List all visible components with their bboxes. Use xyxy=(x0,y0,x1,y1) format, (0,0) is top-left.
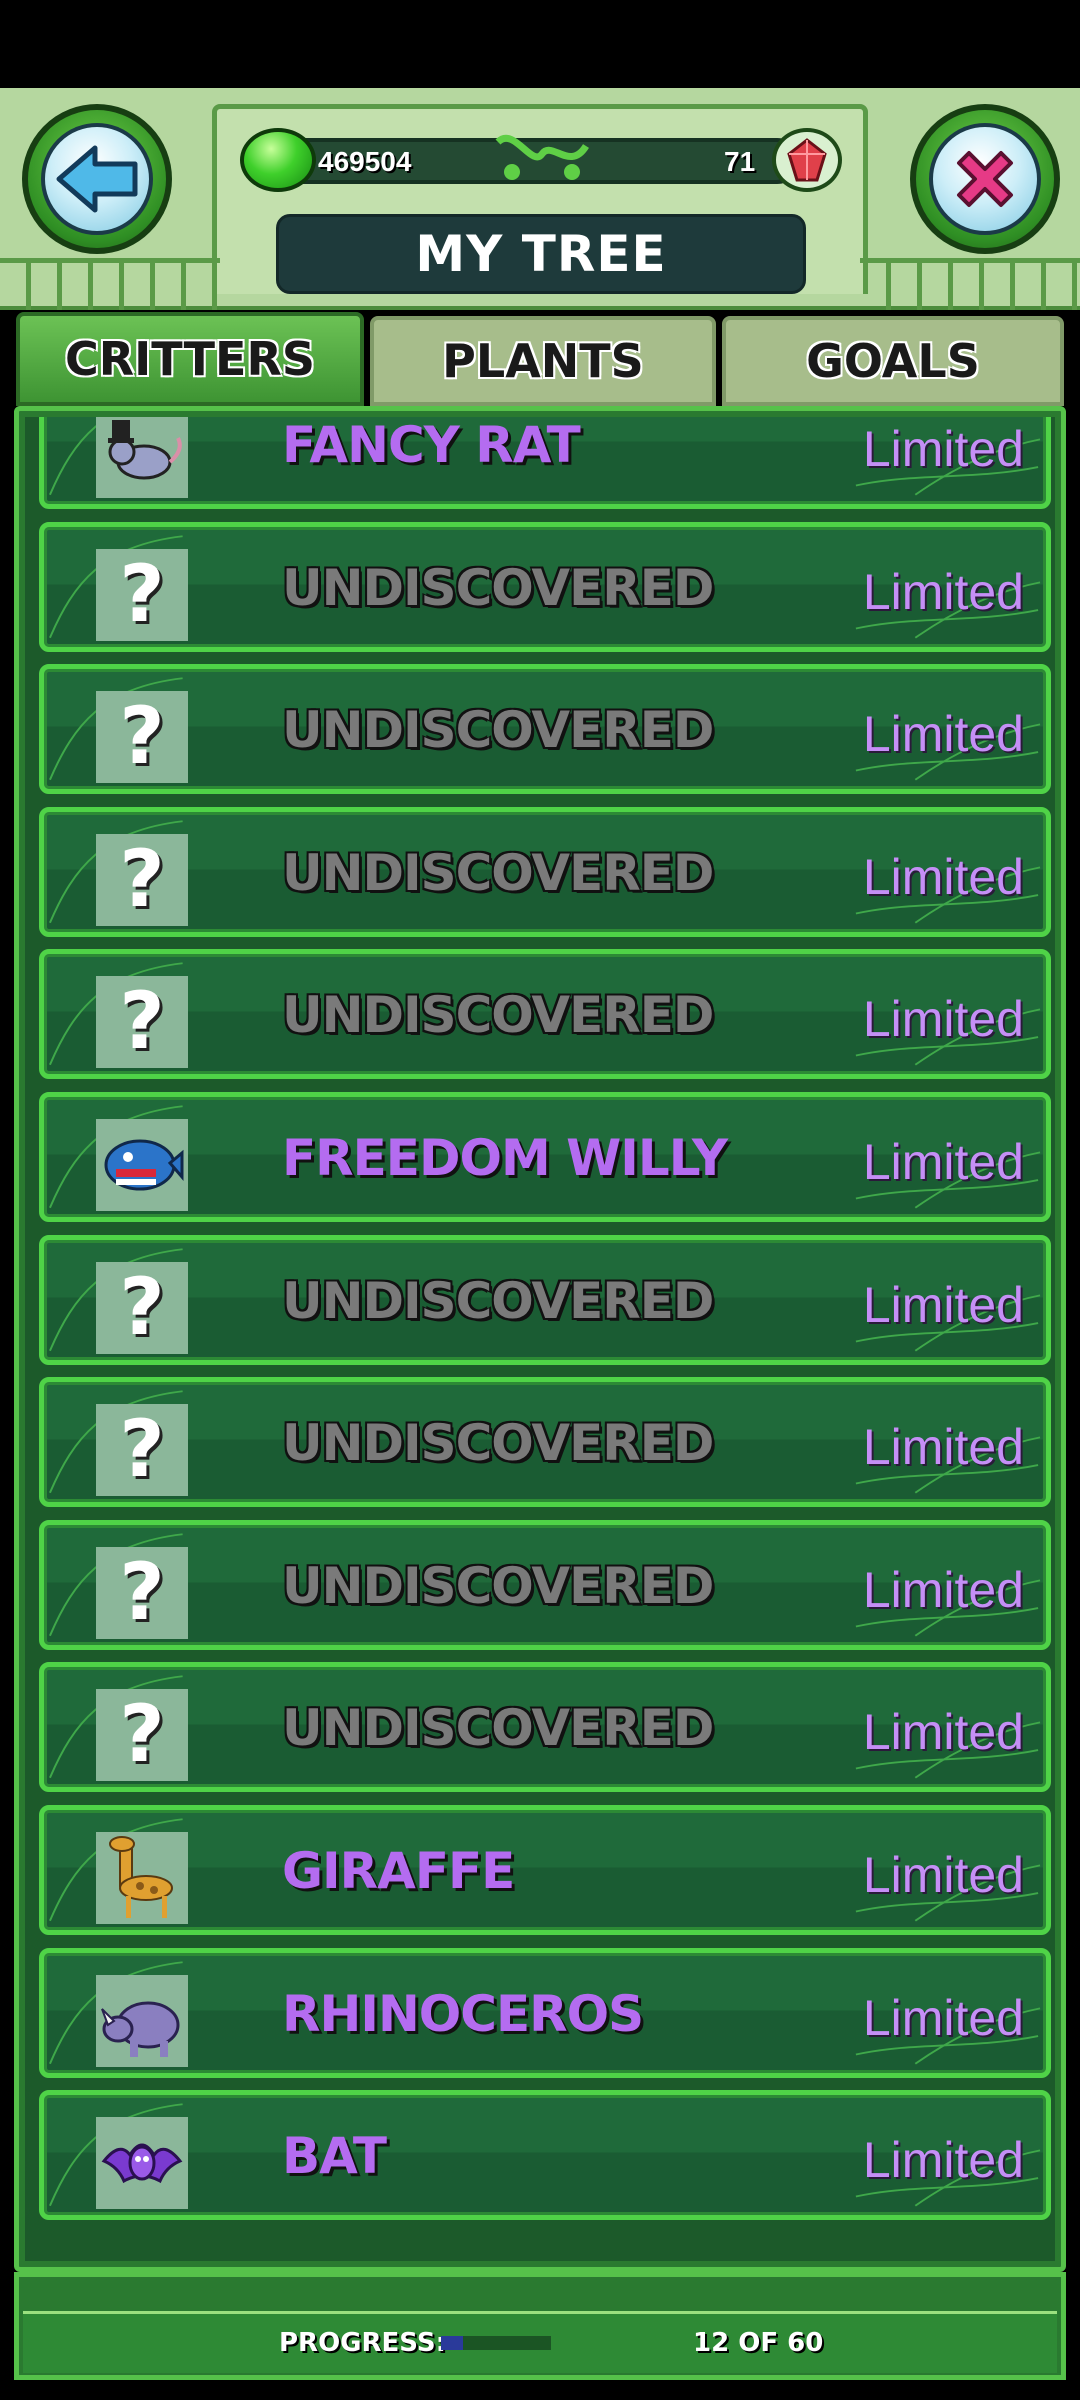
critter-row[interactable]: ? UNDISCOVERED Limited xyxy=(39,1234,1051,1365)
question-mark-glyph: ? xyxy=(119,977,165,1068)
fence-left xyxy=(0,258,220,310)
red-crystal-icon xyxy=(772,128,842,192)
status-bar xyxy=(0,0,1080,88)
critter-row[interactable]: FANCY RAT Limited xyxy=(39,417,1051,509)
question-mark-icon: ? xyxy=(96,548,188,641)
question-mark-glyph: ? xyxy=(119,1547,165,1638)
critter-row[interactable]: RHINOCEROS Limited xyxy=(39,1947,1051,2078)
critter-name: GIRAFFE xyxy=(282,1841,515,1900)
fence-right xyxy=(860,258,1080,310)
currency-bar: 469504 71 xyxy=(240,128,842,192)
x-close-icon xyxy=(929,123,1041,235)
critter-name: UNDISCOVERED xyxy=(282,843,714,902)
progress-count: 12 OF 60 xyxy=(693,2328,824,2358)
critter-row[interactable]: FREEDOM WILLY Limited xyxy=(39,1091,1051,1222)
critter-status: Limited xyxy=(862,1846,1024,1903)
critter-status: Limited xyxy=(862,991,1024,1048)
critter-row[interactable]: ? UNDISCOVERED Limited xyxy=(39,1519,1051,1650)
question-mark-icon: ? xyxy=(96,976,188,1069)
critter-name: FREEDOM WILLY xyxy=(282,1128,728,1187)
question-mark-glyph: ? xyxy=(119,1690,165,1781)
critter-status: Limited xyxy=(862,706,1024,763)
question-mark-icon: ? xyxy=(96,833,188,926)
critter-name: FANCY RAT xyxy=(282,417,581,474)
progress-bar-fill xyxy=(441,2336,463,2350)
question-mark-glyph: ? xyxy=(119,1405,165,1496)
question-mark-glyph: ? xyxy=(119,1262,165,1353)
whale-icon xyxy=(96,1118,188,1211)
arrow-left-icon xyxy=(41,123,153,235)
question-mark-icon: ? xyxy=(96,1546,188,1639)
question-mark-icon: ? xyxy=(96,1689,188,1782)
question-mark-glyph: ? xyxy=(119,692,165,783)
fancy-rat-icon xyxy=(96,417,188,498)
critter-name: UNDISCOVERED xyxy=(282,986,714,1045)
system-nav-area xyxy=(0,2380,1080,2400)
critter-list-viewport: FANCY RAT Limited? UNDISCOVERED Limited? UND… xyxy=(25,417,1055,2261)
question-mark-icon: ? xyxy=(96,691,188,784)
critter-name: UNDISCOVERED xyxy=(282,558,714,617)
critter-row[interactable]: ? UNDISCOVERED Limited xyxy=(39,806,1051,937)
vine-ornament-icon xyxy=(495,134,589,180)
critter-row[interactable]: ? UNDISCOVERED Limited xyxy=(39,1377,1051,1508)
critter-name: RHINOCEROS xyxy=(282,1984,644,2043)
question-mark-glyph: ? xyxy=(119,549,165,640)
critter-name: BAT xyxy=(282,2127,387,2186)
gem-count: 71 xyxy=(724,146,756,177)
critter-row[interactable]: ? UNDISCOVERED Limited xyxy=(39,949,1051,1080)
question-mark-icon: ? xyxy=(96,1261,188,1354)
critter-status: Limited xyxy=(862,421,1024,477)
critter-status: Limited xyxy=(862,848,1024,905)
close-button[interactable] xyxy=(910,104,1060,254)
critter-name: UNDISCOVERED xyxy=(282,701,714,760)
critter-list: FANCY RAT Limited? UNDISCOVERED Limited? UND… xyxy=(39,417,1051,2233)
tab-plants[interactable]: PLANTS xyxy=(370,316,716,406)
rhinoceros-icon xyxy=(96,1974,188,2067)
critter-name: UNDISCOVERED xyxy=(282,1414,714,1473)
critter-row[interactable]: ? UNDISCOVERED Limited xyxy=(39,664,1051,795)
critter-row[interactable]: ? UNDISCOVERED Limited xyxy=(39,521,1051,652)
green-gem-icon xyxy=(240,128,316,192)
critter-name: UNDISCOVERED xyxy=(282,1271,714,1330)
critter-status: Limited xyxy=(862,1704,1024,1761)
tab-critters[interactable]: CRITTERS xyxy=(16,312,364,406)
critter-row[interactable]: ? UNDISCOVERED Limited xyxy=(39,1662,1051,1793)
tab-bar: CRITTERS PLANTS GOALS xyxy=(16,312,1064,406)
critter-row[interactable]: BAT Limited xyxy=(39,2090,1051,2221)
critter-status: Limited xyxy=(862,2132,1024,2189)
question-mark-icon: ? xyxy=(96,1404,188,1497)
critter-status: Limited xyxy=(862,1419,1024,1476)
giraffe-icon xyxy=(96,1831,188,1924)
critter-name: UNDISCOVERED xyxy=(282,1699,714,1758)
bat-icon xyxy=(96,2117,188,2210)
critter-name: UNDISCOVERED xyxy=(282,1556,714,1615)
page-title-text: MY TREE xyxy=(415,225,667,283)
critter-status: Limited xyxy=(862,1989,1024,2046)
progress-footer: PROGRESS: 12 OF 60 xyxy=(14,2272,1066,2380)
page-title: MY TREE xyxy=(276,214,806,294)
coin-count: 469504 xyxy=(318,146,412,177)
tab-goals[interactable]: GOALS xyxy=(722,316,1064,406)
critter-status: Limited xyxy=(862,1561,1024,1618)
footer-strip: PROGRESS: 12 OF 60 xyxy=(23,2311,1057,2373)
progress-label: PROGRESS: xyxy=(279,2328,446,2358)
critter-row[interactable]: GIRAFFE Limited xyxy=(39,1804,1051,1935)
critter-status: Limited xyxy=(862,1133,1024,1190)
progress-bar xyxy=(441,2336,551,2350)
critter-status: Limited xyxy=(862,1276,1024,1333)
critter-status: Limited xyxy=(862,563,1024,620)
question-mark-glyph: ? xyxy=(119,834,165,925)
critter-list-panel[interactable]: FANCY RAT Limited? UNDISCOVERED Limited? UND… xyxy=(14,406,1066,2272)
back-button[interactable] xyxy=(22,104,172,254)
